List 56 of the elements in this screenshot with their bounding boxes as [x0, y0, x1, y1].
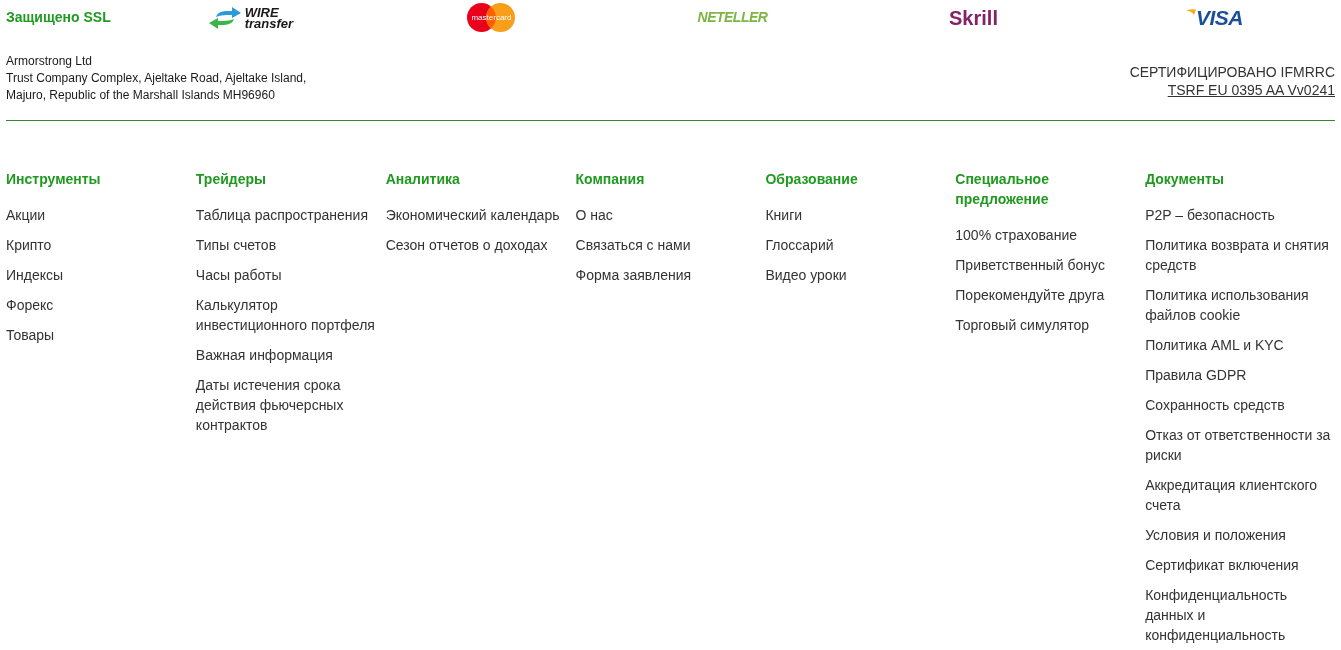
- footer-link[interactable]: Важная информация: [195, 345, 333, 365]
- footer-link[interactable]: Сохранность средств: [1145, 395, 1285, 415]
- footer-link[interactable]: Отказ от ответственности за риски: [1145, 425, 1333, 465]
- certification-label: СЕРТИФИЦИРОВАНО IFMRRC: [1129, 63, 1335, 81]
- certificate-link[interactable]: TSRF EU 0395 AA Vv0241: [1167, 81, 1335, 99]
- footer-link[interactable]: Индексы: [6, 265, 64, 285]
- column-heading: Инструменты: [6, 170, 101, 189]
- logo-text: NETELLER: [697, 8, 768, 27]
- swoosh-icon: [1185, 8, 1196, 15]
- column-heading: Специальное предложение: [955, 170, 1050, 209]
- address-line: Trust Company Complex, Ajeltake Road, Ajeltake Island,: [6, 70, 307, 87]
- footer-link[interactable]: Политика возврата и снятия средств: [1145, 235, 1333, 275]
- logo-text: VISA: [1195, 5, 1243, 30]
- column-heading: Трейдеры: [195, 170, 266, 189]
- footer-link[interactable]: Политика AML и KYC: [1145, 335, 1284, 355]
- ssl-label: Защищено SSL: [6, 8, 111, 27]
- footer-link[interactable]: Глоссарий: [765, 235, 834, 255]
- column-heading: Компания: [575, 170, 645, 189]
- footer-link[interactable]: Форекс: [6, 295, 54, 315]
- column-heading: Документы: [1145, 170, 1224, 189]
- footer-link[interactable]: Конфиденциальность данных и конфиденциальность: [1145, 585, 1333, 645]
- footer-link[interactable]: Калькулятор инвестиционного портфеля: [195, 295, 384, 335]
- footer-link[interactable]: Связаться с нами: [575, 235, 691, 255]
- footer-link[interactable]: 100% страхование: [955, 225, 1077, 245]
- footer-link[interactable]: Типы счетов: [195, 235, 277, 255]
- footer-link[interactable]: Товары: [6, 325, 55, 345]
- logo-text: transfer: [244, 17, 294, 29]
- footer-link[interactable]: Аккредитация клиентского счета: [1145, 475, 1333, 515]
- footer-link[interactable]: Правила GDPR: [1145, 365, 1247, 385]
- arrows-icon: [207, 6, 242, 29]
- footer-link[interactable]: Книги: [765, 205, 803, 225]
- footer-link[interactable]: Порекомендуйте друга: [955, 285, 1105, 305]
- footer-link[interactable]: Условия и положения: [1145, 525, 1286, 545]
- logo-text: WIRE: [244, 6, 279, 18]
- footer-link[interactable]: Политика использования файлов cookie: [1145, 285, 1333, 325]
- footer-link[interactable]: P2P – безопасность: [1145, 205, 1275, 225]
- footer-link[interactable]: Форма заявления: [575, 265, 692, 285]
- overlapping-circles-icon: [467, 3, 516, 32]
- footer-link[interactable]: Даты истечения срока действия фьючерсных контрактов: [195, 375, 384, 435]
- column-heading: Образование: [765, 170, 858, 189]
- footer-link[interactable]: Сертификат включения: [1145, 555, 1299, 575]
- logo-text: mastercard: [471, 13, 512, 22]
- footer-link[interactable]: Экономический календарь: [385, 205, 560, 225]
- column-heading: Аналитика: [385, 170, 460, 189]
- footer-link[interactable]: Акции: [6, 205, 46, 225]
- address-line: Majuro, Republic of the Marshall Islands MH96960: [6, 87, 275, 104]
- footer-link[interactable]: Торговый симулятор: [955, 315, 1089, 335]
- footer-link[interactable]: Сезон отчетов о доходах: [385, 235, 548, 255]
- footer-link[interactable]: Видео уроки: [765, 265, 847, 285]
- footer-link[interactable]: Крипто: [6, 235, 52, 255]
- logo-text: Skrill: [949, 5, 998, 31]
- footer-link[interactable]: Приветственный бонус: [955, 255, 1105, 275]
- footer-link[interactable]: Часы работы: [195, 265, 282, 285]
- footer-link[interactable]: О нас: [575, 205, 613, 225]
- footer-link[interactable]: Таблица распространения: [195, 205, 368, 225]
- company-name: Armorstrong Ltd: [6, 53, 93, 70]
